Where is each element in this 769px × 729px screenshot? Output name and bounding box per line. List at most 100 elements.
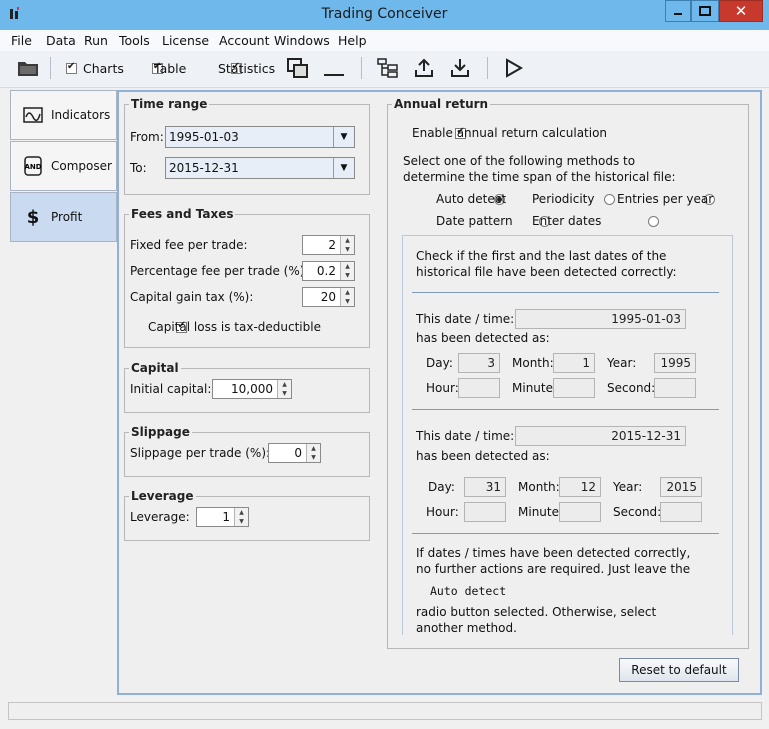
first-year-label: Year:: [607, 356, 637, 370]
last-minute-label: Minute:: [518, 505, 564, 519]
radio-enter-dates-label: Enter dates: [532, 214, 602, 228]
leverage-value: 1: [222, 510, 230, 524]
capital-gain-tax-label: Capital gain tax (%):: [130, 290, 254, 304]
minimize-line-icon[interactable]: [323, 58, 345, 81]
download-icon[interactable]: [450, 58, 470, 81]
app-window: Trading Conceiver ✕ File Data Run Tools …: [0, 0, 769, 729]
charts-checkbox[interactable]: [66, 61, 77, 74]
minimize-button[interactable]: [665, 0, 691, 22]
spin-down-icon[interactable]: ▼: [306, 453, 320, 462]
check-text-2: historical file have been detected corre…: [416, 265, 677, 279]
first-date-field: 1995-01-03: [515, 309, 686, 329]
chevron-down-icon[interactable]: ▼: [333, 127, 354, 147]
menu-tools[interactable]: Tools: [119, 33, 150, 48]
spin-up-icon[interactable]: ▲: [340, 288, 354, 297]
folder-icon[interactable]: [17, 59, 39, 80]
menu-license[interactable]: License: [162, 33, 209, 48]
percentage-fee-spinner[interactable]: 0.2 ▲ ▼: [302, 261, 355, 281]
toolbar-separator: [50, 57, 51, 79]
first-date-label: This date / time:: [416, 312, 515, 326]
radio-entries-per-year-label: Entries per year: [617, 192, 714, 206]
to-label: To:: [130, 161, 147, 175]
last-minute-field: [559, 502, 601, 522]
maximize-button[interactable]: [691, 0, 719, 22]
svg-text:AND: AND: [24, 163, 41, 171]
spin-up-icon[interactable]: ▲: [277, 380, 291, 389]
check-text-1: Check if the first and the last dates of…: [416, 249, 667, 263]
first-detected-label: has been detected as:: [416, 331, 550, 345]
radio-date-pattern-label: Date pattern: [436, 214, 513, 228]
slippage-legend: Slippage: [131, 425, 190, 439]
spin-up-icon[interactable]: ▲: [340, 236, 354, 245]
last-date-label: This date / time:: [416, 429, 515, 443]
to-date-combo[interactable]: 2015-12-31 ▼: [165, 157, 355, 179]
note-code: Auto detect: [430, 584, 507, 598]
toolbar-separator: [361, 57, 362, 79]
leverage-label: Leverage:: [130, 510, 190, 524]
first-day-label: Day:: [426, 356, 453, 370]
spin-down-icon[interactable]: ▼: [340, 271, 354, 280]
time-range-legend: Time range: [131, 97, 208, 111]
status-bar: [8, 702, 762, 720]
window-title: Trading Conceiver: [321, 6, 448, 22]
maximize-icon: [699, 6, 711, 16]
tab-indicators[interactable]: Indicators: [10, 90, 117, 140]
copy-windows-icon[interactable]: [287, 58, 309, 81]
from-date-combo[interactable]: 1995-01-03 ▼: [165, 126, 355, 148]
menu-help[interactable]: Help: [338, 33, 367, 48]
initial-capital-value: 10,000: [231, 382, 273, 396]
spin-up-icon[interactable]: ▲: [234, 508, 248, 517]
annual-return-legend: Annual return: [394, 97, 489, 111]
capital-loss-label: Capital loss is tax-deductible: [148, 320, 321, 334]
chevron-down-icon[interactable]: ▼: [333, 158, 354, 178]
play-icon[interactable]: [504, 58, 524, 81]
dollar-icon: $: [26, 206, 40, 228]
fixed-fee-spinner[interactable]: 2 ▲ ▼: [302, 235, 355, 255]
reset-to-default-button[interactable]: Reset to default: [619, 658, 739, 682]
spin-down-icon[interactable]: ▼: [234, 517, 248, 526]
spin-up-icon[interactable]: ▲: [306, 444, 320, 453]
first-year-field: 1995: [654, 353, 696, 373]
radio-periodicity[interactable]: [603, 194, 615, 205]
first-month-label: Month:: [512, 356, 554, 370]
menu-bar: [0, 30, 769, 51]
spin-down-icon[interactable]: ▼: [340, 297, 354, 306]
fees-legend: Fees and Taxes: [131, 207, 234, 221]
tab-profit[interactable]: $ Profit: [10, 192, 117, 242]
first-minute-label: Minute:: [512, 381, 558, 395]
first-second-field: [654, 378, 696, 398]
spin-down-icon[interactable]: ▼: [340, 245, 354, 254]
first-minute-field: [553, 378, 595, 398]
menu-run[interactable]: Run: [84, 33, 108, 48]
divider: [412, 292, 719, 293]
close-button[interactable]: ✕: [719, 0, 763, 22]
tab-composer[interactable]: AND Composer: [10, 141, 117, 191]
spin-down-icon[interactable]: ▼: [277, 389, 291, 398]
tab-profit-label: Profit: [51, 210, 83, 224]
statistics-label: Statistics: [218, 61, 276, 76]
charts-label: Charts: [83, 61, 124, 76]
menu-windows[interactable]: Windows: [274, 33, 330, 48]
radio-auto-detect-label: Auto detect: [436, 192, 507, 206]
and-gate-icon: AND: [24, 156, 42, 176]
spin-up-icon[interactable]: ▲: [340, 262, 354, 271]
methods-text-2: determine the time span of the historica…: [403, 170, 676, 184]
menu-account[interactable]: Account: [219, 33, 269, 48]
toolbar-separator: [487, 57, 488, 79]
menu-data[interactable]: Data: [46, 33, 76, 48]
leverage-legend: Leverage: [131, 489, 194, 503]
menu-file[interactable]: File: [11, 33, 32, 48]
tree-icon[interactable]: [377, 58, 399, 81]
last-year-label: Year:: [613, 480, 643, 494]
note-text-4: another method.: [416, 621, 517, 635]
initial-capital-spinner[interactable]: 10,000 ▲ ▼: [212, 379, 292, 399]
slippage-spinner[interactable]: 0 ▲ ▼: [268, 443, 321, 463]
leverage-spinner[interactable]: 1 ▲ ▼: [196, 507, 249, 527]
first-hour-field: [458, 378, 500, 398]
tab-indicators-label: Indicators: [51, 108, 111, 122]
slippage-label: Slippage per trade (%):: [130, 446, 271, 460]
capital-gain-tax-value: 20: [320, 290, 336, 304]
to-date-value: 2015-12-31: [169, 161, 239, 175]
capital-gain-tax-spinner[interactable]: 20 ▲ ▼: [302, 287, 355, 307]
upload-icon[interactable]: [414, 58, 434, 81]
